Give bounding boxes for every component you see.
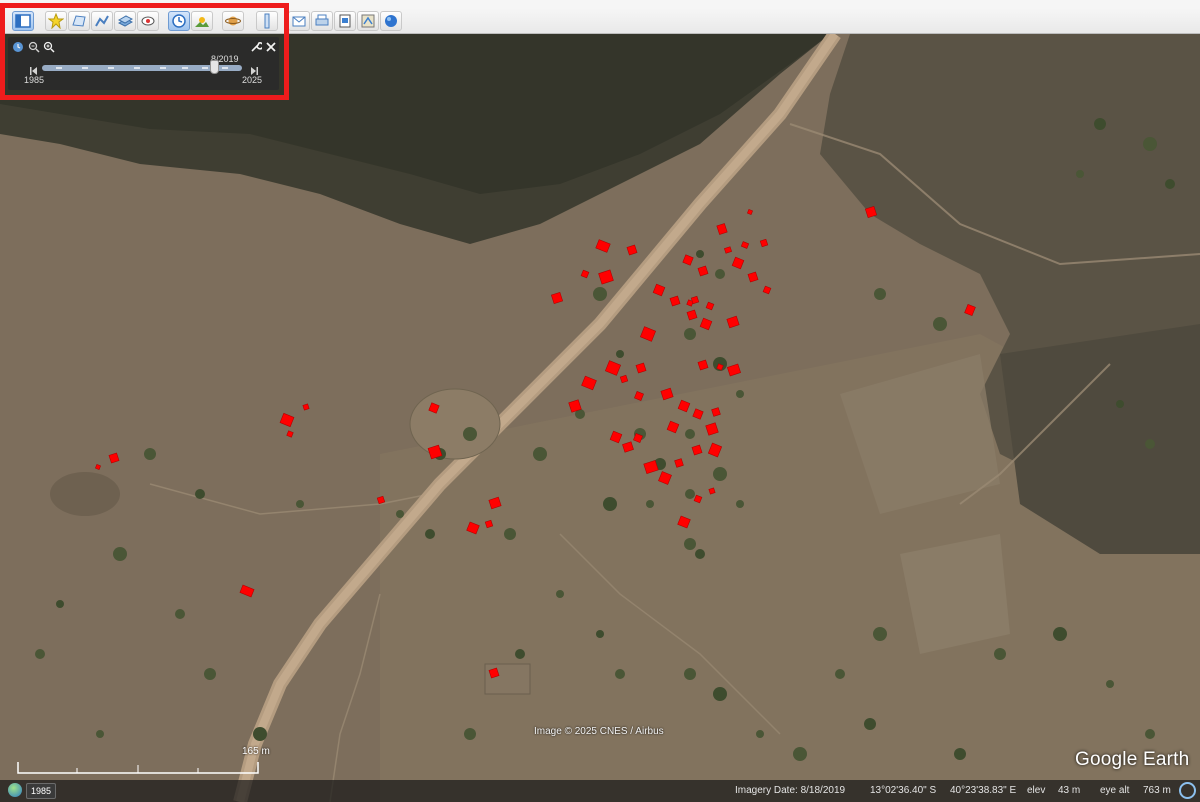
tree — [1076, 170, 1084, 178]
tree — [835, 669, 845, 679]
imagery-attribution: Image © 2025 CNES / Airbus — [534, 726, 664, 737]
eye-alt-label: eye alt — [1100, 785, 1130, 796]
tree — [425, 529, 435, 539]
eye-alt-value: 763 m — [1143, 785, 1171, 796]
satellite-imagery[interactable] — [0, 34, 1200, 802]
save-image-button[interactable] — [334, 11, 356, 31]
tree — [175, 609, 185, 619]
scale-legend-bar — [17, 762, 259, 774]
tree — [504, 528, 516, 540]
tree — [464, 728, 476, 740]
tree — [593, 287, 607, 301]
tree — [954, 748, 966, 760]
tree — [756, 730, 764, 738]
tree — [195, 489, 205, 499]
tree — [713, 687, 727, 701]
satellite-map-view[interactable] — [0, 34, 1200, 802]
tree — [533, 447, 547, 461]
tree — [1106, 680, 1114, 688]
tree — [994, 648, 1006, 660]
tree — [556, 590, 564, 598]
tree — [685, 489, 695, 499]
close-icon[interactable] — [264, 40, 277, 53]
tree — [684, 538, 696, 550]
globe-icon — [385, 15, 397, 27]
clock-icon[interactable] — [11, 40, 24, 53]
tree — [1053, 627, 1067, 641]
tree — [684, 668, 696, 680]
time-slider-thumb[interactable] — [210, 60, 219, 74]
tree — [715, 269, 725, 279]
longitude-readout: 40°23'38.83" E — [950, 785, 1017, 796]
zoom-in-icon[interactable] — [42, 40, 55, 53]
zoom-out-icon[interactable] — [27, 40, 40, 53]
tree — [1094, 118, 1106, 130]
globe-icon[interactable] — [8, 783, 22, 797]
field-patch — [900, 534, 1010, 654]
building-marker[interactable] — [708, 487, 716, 495]
building-marker[interactable] — [302, 403, 310, 411]
tree — [933, 317, 947, 331]
print-icon — [315, 14, 329, 26]
tree — [696, 250, 704, 258]
streaming-status-icon — [1179, 782, 1196, 799]
time-slider-panel[interactable]: 8/2019 1985 2025 — [8, 37, 279, 90]
tree — [1143, 137, 1157, 151]
tree — [1145, 439, 1155, 449]
print-button[interactable] — [311, 11, 333, 31]
latitude-readout: 13°02'36.40" S — [870, 785, 937, 796]
tree — [396, 510, 404, 518]
tree — [596, 630, 604, 638]
historical-year-badge[interactable]: 1985 — [26, 783, 57, 799]
tree — [695, 549, 705, 559]
tree — [113, 547, 127, 561]
tree — [1145, 729, 1155, 739]
tree — [793, 747, 807, 761]
elevation-label: elev — [1027, 785, 1046, 796]
tree — [56, 600, 64, 608]
imagery-date: Imagery Date: 8/18/2019 — [735, 785, 846, 796]
tree — [713, 467, 727, 481]
tree — [736, 390, 744, 398]
step-back-icon[interactable] — [30, 63, 38, 75]
tree — [864, 718, 876, 730]
step-forward-icon[interactable] — [250, 63, 258, 75]
tree — [874, 288, 886, 300]
save-image-icon — [339, 14, 351, 28]
tree — [684, 328, 696, 340]
tree — [144, 448, 156, 460]
tree — [1116, 400, 1124, 408]
tree — [736, 500, 744, 508]
time-slider-start-year: 1985 — [24, 75, 45, 85]
wrench-icon[interactable] — [249, 40, 262, 53]
tree — [646, 500, 654, 508]
tree — [463, 427, 477, 441]
email-icon — [292, 16, 306, 27]
tree — [616, 350, 624, 358]
google-earth-logo: Google Earth — [1075, 749, 1190, 770]
elevation-value: 43 m — [1058, 785, 1081, 796]
tree — [603, 497, 617, 511]
tree — [96, 730, 104, 738]
tree — [1165, 179, 1175, 189]
tree — [253, 727, 267, 741]
tree — [296, 500, 304, 508]
tree — [35, 649, 45, 659]
tree — [615, 669, 625, 679]
status-bar: 1985 Imagery Date: 8/18/2019 13°02'36.40… — [0, 780, 1200, 802]
email-button[interactable] — [288, 11, 310, 31]
tree — [204, 668, 216, 680]
scale-legend-label: 165 m — [242, 746, 270, 757]
earth-view-button[interactable] — [380, 11, 402, 31]
tree — [515, 649, 525, 659]
tree — [873, 627, 887, 641]
compound-clearing — [50, 472, 120, 516]
time-slider-end-year: 2025 — [242, 75, 263, 85]
tree — [685, 429, 695, 439]
compound-clearing — [409, 388, 501, 460]
maps-icon — [361, 14, 375, 28]
view-in-maps-button[interactable] — [357, 11, 379, 31]
compound-clearing — [484, 663, 531, 695]
